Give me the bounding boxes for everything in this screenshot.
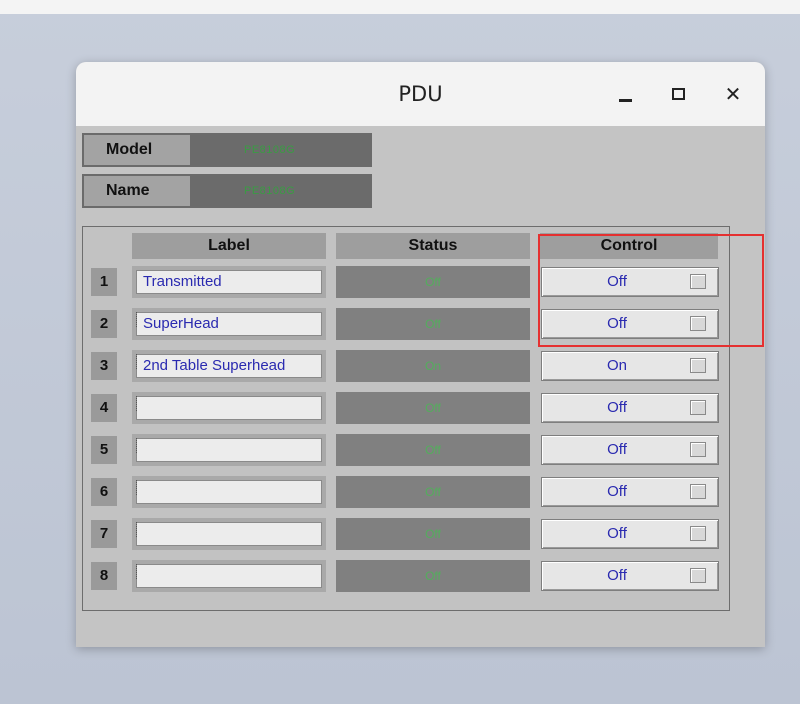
control-toggle-button[interactable]: On — [541, 351, 719, 381]
maximize-icon — [671, 88, 685, 100]
control-toggle-button[interactable]: Off — [541, 267, 719, 297]
status-cell: On — [336, 350, 530, 382]
minimize-icon — [618, 98, 632, 102]
outlet-table: Label Status Control 1 Transmitted Off O… — [82, 226, 730, 611]
control-toggle-button[interactable]: Off — [541, 477, 719, 507]
control-label: Off — [607, 441, 627, 458]
control-toggle-button[interactable]: Off — [541, 435, 719, 465]
checkbox-icon — [690, 316, 706, 331]
outlet-number: 1 — [91, 268, 117, 296]
outlet-number: 4 — [91, 394, 117, 422]
checkbox-icon — [690, 568, 706, 583]
text-caret-icon — [136, 354, 137, 369]
table-row: 2 SuperHead Off Off — [83, 306, 729, 342]
label-field[interactable]: Transmitted — [132, 266, 326, 298]
status-cell: Off — [336, 266, 530, 298]
table-row: 5 Off Off — [83, 432, 729, 468]
label-field[interactable]: 2nd Table Superhead — [132, 350, 326, 382]
label-field[interactable] — [132, 518, 326, 550]
control-toggle-button[interactable]: Off — [541, 519, 719, 549]
status-cell: Off — [336, 560, 530, 592]
control-toggle-button[interactable]: Off — [541, 561, 719, 591]
text-caret-icon — [136, 522, 137, 537]
label-field-text[interactable] — [136, 438, 322, 462]
close-icon: ✕ — [724, 83, 742, 106]
name-label: Name — [84, 176, 190, 206]
text-caret-icon — [136, 480, 137, 495]
title-bar: PDU ✕ — [76, 62, 765, 126]
control-toggle-button[interactable]: Off — [541, 309, 719, 339]
status-cell: Off — [336, 476, 530, 508]
control-label: Off — [607, 525, 627, 542]
header-label: Label — [132, 233, 326, 259]
label-field-text[interactable] — [136, 522, 322, 546]
status-cell: Off — [336, 392, 530, 424]
label-field[interactable] — [132, 392, 326, 424]
label-field-text[interactable] — [136, 480, 322, 504]
control-label: Off — [607, 483, 627, 500]
control-label: Off — [607, 273, 627, 290]
checkbox-icon — [690, 442, 706, 457]
checkbox-icon — [690, 400, 706, 415]
status-cell: Off — [336, 308, 530, 340]
page-top-edge — [0, 0, 800, 14]
table-row: 4 Off Off — [83, 390, 729, 426]
label-field[interactable]: SuperHead — [132, 308, 326, 340]
header-status: Status — [336, 233, 530, 259]
label-field-text[interactable]: SuperHead — [136, 312, 322, 336]
table-row: 6 Off Off — [83, 474, 729, 510]
label-field-text[interactable] — [136, 396, 322, 420]
model-label: Model — [84, 135, 190, 165]
pdu-window: PDU ✕ Model PE8108G Name PE8108G Label S… — [76, 62, 765, 647]
table-row: 7 Off Off — [83, 516, 729, 552]
outlet-number: 8 — [91, 562, 117, 590]
text-caret-icon — [136, 438, 137, 453]
table-row: 3 2nd Table Superhead On On — [83, 348, 729, 384]
text-caret-icon — [136, 312, 137, 327]
status-cell: Off — [336, 434, 530, 466]
minimize-button[interactable] — [608, 78, 642, 110]
control-toggle-button[interactable]: Off — [541, 393, 719, 423]
header-control: Control — [540, 233, 718, 259]
outlet-number: 5 — [91, 436, 117, 464]
label-field[interactable] — [132, 560, 326, 592]
checkbox-icon — [690, 274, 706, 289]
checkbox-icon — [690, 358, 706, 373]
text-caret-icon — [136, 396, 137, 411]
label-field[interactable] — [132, 476, 326, 508]
label-field-text[interactable] — [136, 564, 322, 588]
name-row: Name PE8108G — [82, 174, 372, 208]
label-field[interactable] — [132, 434, 326, 466]
outlet-number: 2 — [91, 310, 117, 338]
close-button[interactable]: ✕ — [716, 78, 750, 110]
control-label: On — [606, 357, 627, 374]
table-row: 8 Off Off — [83, 558, 729, 594]
label-field-text[interactable]: Transmitted — [136, 270, 322, 294]
checkbox-icon — [690, 526, 706, 541]
text-caret-icon — [136, 564, 137, 579]
control-label: Off — [607, 567, 627, 584]
model-value: PE8108G — [244, 144, 296, 156]
model-row: Model PE8108G — [82, 133, 372, 167]
table-row: 1 Transmitted Off Off — [83, 264, 729, 300]
name-value: PE8108G — [244, 185, 296, 197]
outlet-number: 6 — [91, 478, 117, 506]
label-field-text[interactable]: 2nd Table Superhead — [136, 354, 322, 378]
pdu-content: Model PE8108G Name PE8108G Label Status … — [76, 126, 765, 647]
outlet-number: 3 — [91, 352, 117, 380]
checkbox-icon — [690, 484, 706, 499]
outlet-number: 7 — [91, 520, 117, 548]
control-label: Off — [607, 315, 627, 332]
status-cell: Off — [336, 518, 530, 550]
control-label: Off — [607, 399, 627, 416]
maximize-button[interactable] — [661, 78, 695, 110]
